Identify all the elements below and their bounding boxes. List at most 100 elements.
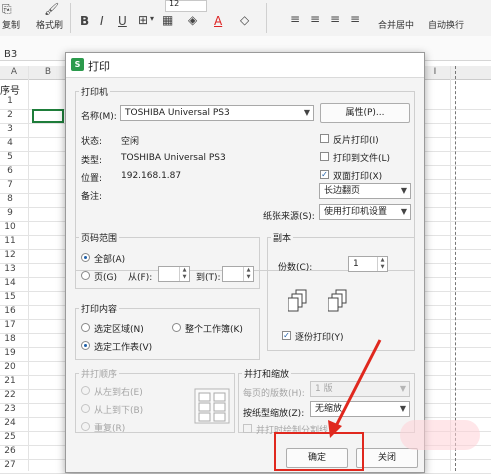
- copy-icon[interactable]: ⎘: [2, 2, 12, 17]
- page-range-pages-radio[interactable]: [81, 271, 90, 280]
- copies-title: 副本: [271, 231, 294, 244]
- status-value: 空闲: [121, 137, 140, 147]
- print-selection-radio[interactable]: [81, 323, 90, 332]
- row-header[interactable]: 24: [0, 418, 20, 428]
- row-header[interactable]: 5: [0, 152, 20, 162]
- italic-button[interactable]: I: [100, 14, 104, 28]
- font-color-button[interactable]: A: [214, 14, 222, 28]
- align-right-icon[interactable]: ≡: [330, 12, 340, 26]
- reverse-print-label[interactable]: 反片打印(I): [333, 133, 379, 146]
- left-to-right-label[interactable]: 从左到右(E): [94, 385, 143, 398]
- row-header[interactable]: 23: [0, 404, 20, 414]
- format-painter-button[interactable]: 格式刷: [36, 18, 63, 31]
- print-to-file-label[interactable]: 打印到文件(L): [333, 151, 390, 164]
- row-header[interactable]: 19: [0, 348, 20, 358]
- format-painter-icon[interactable]: 🖌: [44, 2, 59, 16]
- row-header[interactable]: 15: [0, 292, 20, 302]
- column-header-a[interactable]: A: [0, 66, 28, 79]
- paper-source-select[interactable]: 使用打印机设置 ▼: [319, 204, 411, 220]
- row-header[interactable]: 4: [0, 138, 20, 148]
- print-to-file-checkbox[interactable]: [320, 152, 329, 161]
- row-header[interactable]: 16: [0, 306, 20, 316]
- left-to-right-radio[interactable]: [81, 386, 90, 395]
- dialog-titlebar[interactable]: S 打印: [66, 53, 424, 78]
- font-size-box[interactable]: 12: [165, 0, 207, 12]
- paper-source-label: 纸张来源(S):: [263, 212, 315, 222]
- page-range-all-label[interactable]: 全部(A): [94, 252, 125, 265]
- align-left-icon[interactable]: ≡: [290, 12, 300, 26]
- row-header[interactable]: 8: [0, 194, 20, 204]
- copy-button[interactable]: 复制: [2, 18, 20, 31]
- zoom-title: 并打和缩放: [242, 367, 292, 380]
- row-header[interactable]: 14: [0, 278, 20, 288]
- top-to-bottom-label[interactable]: 从上到下(B): [94, 403, 143, 416]
- row-header[interactable]: 11: [0, 236, 20, 246]
- row-header[interactable]: 7: [0, 180, 20, 190]
- dialog-title: 打印: [88, 60, 110, 73]
- cell-style-icon[interactable]: ▦: [162, 13, 173, 27]
- duplex-checkbox[interactable]: ✓: [320, 170, 329, 179]
- reverse-print-checkbox[interactable]: [320, 134, 329, 143]
- collate-checkbox[interactable]: ✓: [282, 331, 291, 340]
- auto-wrap-button[interactable]: 自动换行: [428, 18, 464, 31]
- collate-label[interactable]: 逐份打印(Y): [295, 330, 344, 343]
- print-order-title: 并打顺序: [79, 367, 120, 380]
- underline-button[interactable]: U: [118, 14, 127, 28]
- from-page-input[interactable]: ▲ ▼: [158, 266, 190, 282]
- printer-group-title: 打印机: [79, 85, 111, 98]
- clear-format-icon[interactable]: ◇: [240, 13, 249, 27]
- bold-button[interactable]: B: [80, 14, 89, 28]
- row-header[interactable]: 22: [0, 390, 20, 400]
- copies-input[interactable]: 1 ▲ ▼: [348, 256, 388, 272]
- print-active-sheets-label[interactable]: 选定工作表(V): [94, 340, 152, 353]
- row-header[interactable]: 25: [0, 432, 20, 442]
- close-button[interactable]: 关闭: [356, 448, 418, 468]
- column-header-b[interactable]: B: [28, 66, 68, 79]
- row-header[interactable]: 21: [0, 376, 20, 386]
- print-workbook-radio[interactable]: [172, 323, 181, 332]
- cell-a1[interactable]: 序号: [0, 82, 20, 97]
- selected-cell[interactable]: [32, 109, 64, 123]
- merge-center-button[interactable]: 合并居中: [378, 18, 414, 31]
- separator-line-checkbox[interactable]: [243, 424, 252, 433]
- row-header[interactable]: 12: [0, 250, 20, 260]
- to-label: 到(T):: [196, 273, 221, 283]
- chevron-down-icon: ▼: [399, 404, 406, 413]
- repeat-label[interactable]: 重复(R): [94, 421, 125, 434]
- row-header[interactable]: 10: [0, 222, 20, 232]
- row-header[interactable]: 3: [0, 124, 20, 134]
- printer-name-select[interactable]: TOSHIBA Universal PS3 ▼: [120, 105, 314, 121]
- page-range-pages-label[interactable]: 页(G): [94, 270, 117, 283]
- row-header[interactable]: 2: [0, 110, 20, 120]
- row-header[interactable]: 20: [0, 362, 20, 372]
- duplex-mode-select[interactable]: 长边翻页 ▼: [319, 183, 411, 199]
- align-center-icon[interactable]: ≡: [310, 12, 320, 26]
- scale-to-paper-select[interactable]: 无缩放 ▼: [310, 401, 410, 417]
- chevron-down-icon[interactable]: ▾: [150, 14, 154, 23]
- page-range-all-radio[interactable]: [81, 253, 90, 262]
- repeat-radio[interactable]: [81, 422, 90, 431]
- print-workbook-label[interactable]: 整个工作簿(K): [185, 322, 243, 335]
- align-justify-icon[interactable]: ≡: [350, 12, 360, 26]
- row-header[interactable]: 27: [0, 460, 20, 470]
- top-to-bottom-radio[interactable]: [81, 404, 90, 413]
- pages-per-sheet-label: 每页的版数(H):: [243, 389, 305, 399]
- row-header[interactable]: 26: [0, 446, 20, 456]
- print-selection-label[interactable]: 选定区域(N): [94, 322, 144, 335]
- pages-per-sheet-select[interactable]: 1 版 ▼: [310, 381, 410, 397]
- row-header[interactable]: 18: [0, 334, 20, 344]
- row-header[interactable]: 17: [0, 320, 20, 330]
- cell-reference[interactable]: B3: [4, 49, 17, 60]
- duplex-label[interactable]: 双面打印(X): [333, 169, 382, 182]
- to-page-input[interactable]: ▲ ▼: [222, 266, 254, 282]
- copies-label: 份数(C):: [278, 263, 313, 273]
- location-value: 192.168.1.87: [121, 171, 182, 181]
- border-icon[interactable]: ⊞: [138, 13, 148, 27]
- print-active-sheets-radio[interactable]: [81, 341, 90, 350]
- row-header[interactable]: 9: [0, 208, 20, 218]
- row-header[interactable]: 6: [0, 166, 20, 176]
- row-header[interactable]: 1: [0, 96, 20, 106]
- row-header[interactable]: 13: [0, 264, 20, 274]
- properties-button[interactable]: 属性(P)...: [320, 103, 410, 123]
- fill-color-icon[interactable]: ◈: [188, 13, 197, 27]
